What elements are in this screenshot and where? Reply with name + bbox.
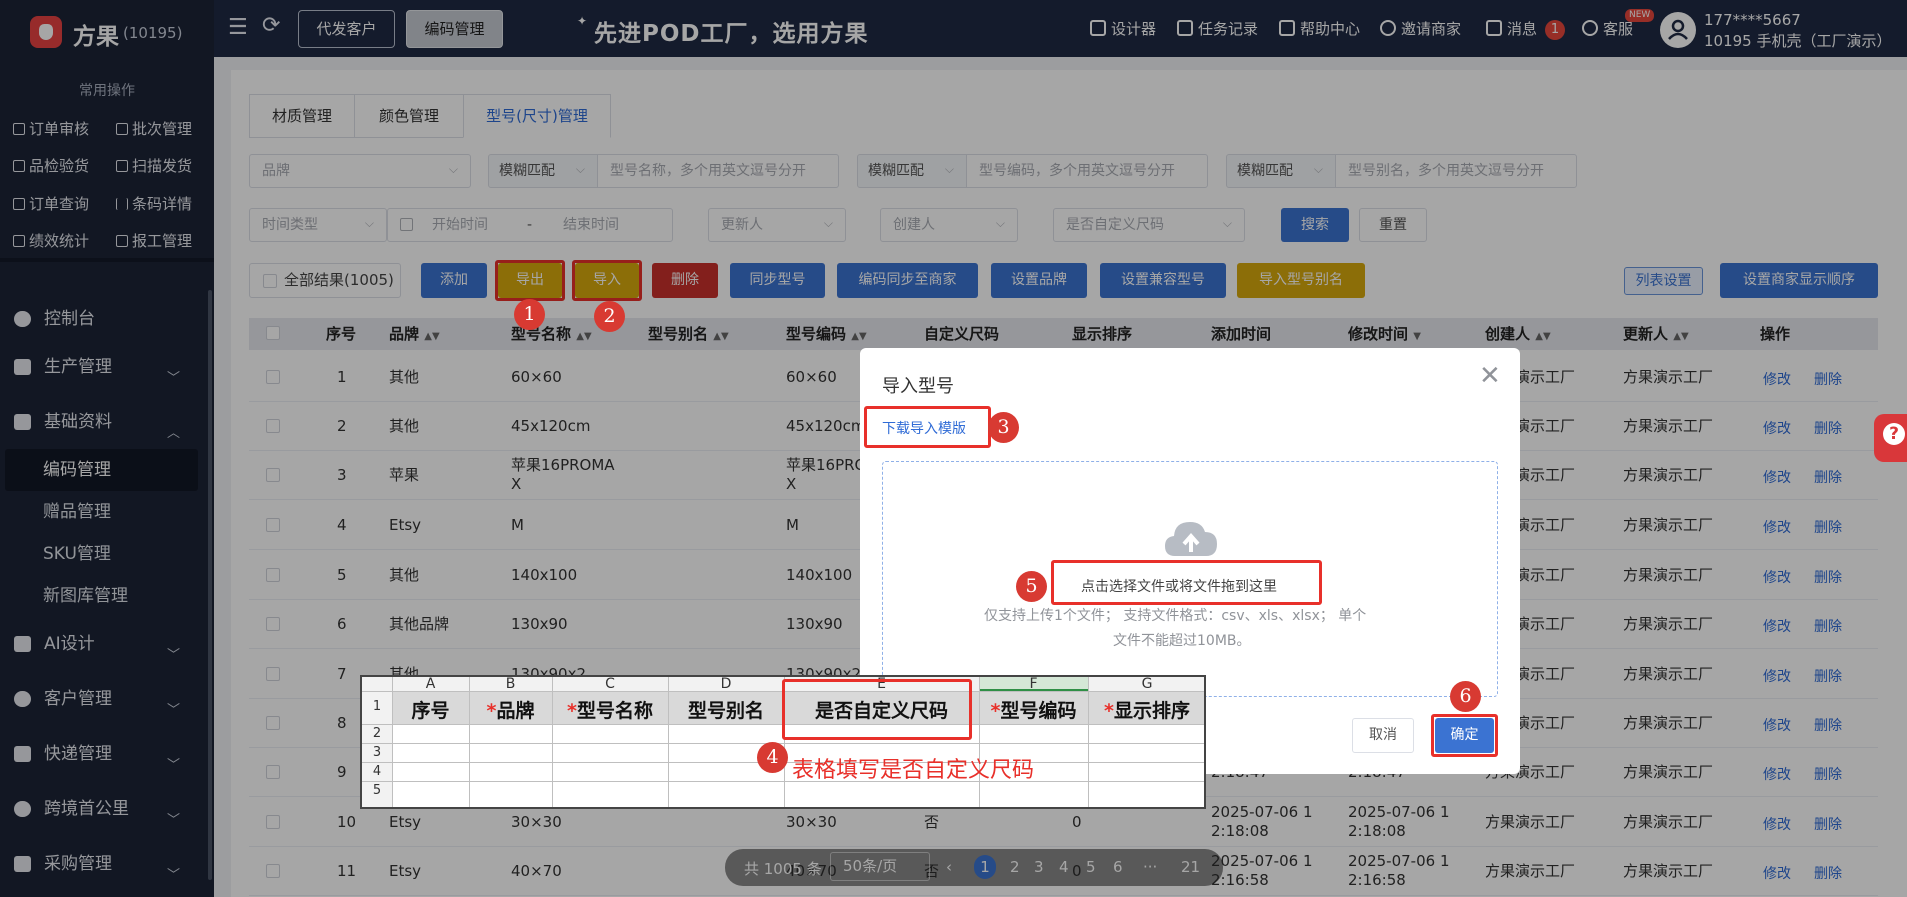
step-marker-1: 1 xyxy=(514,299,545,330)
cancel-button[interactable]: 取消 xyxy=(1352,718,1414,753)
excel-row-number: 2 xyxy=(372,726,382,741)
excel-col-letter: F xyxy=(1029,676,1038,692)
upload-tip-line2: 文件不能超过10MB。 xyxy=(1113,633,1251,649)
upload-tip-line1: 仅支持上传1个文件； 支持文件格式：csv、xls、xlsx； 单个 xyxy=(984,608,1367,624)
excel-header-text: 序号 xyxy=(411,700,450,722)
excel-header-text: 型号编码 xyxy=(1000,700,1077,722)
excel-header-text: 型号别名 xyxy=(687,700,764,722)
excel-header-cell: *显示排序 xyxy=(1088,696,1206,723)
excel-note: 表格填写是否自定义尺码 xyxy=(792,758,1035,783)
step-marker-4: 4 xyxy=(757,742,788,773)
question-icon: ? xyxy=(1883,423,1905,445)
excel-header-cell: 型号别名 xyxy=(668,696,784,723)
dropzone-text: 点击选择文件或将文件拖到这里 xyxy=(1081,579,1277,595)
excel-row-number: 4 xyxy=(372,764,382,779)
excel-header-cell: *型号名称 xyxy=(552,696,668,723)
required-star: * xyxy=(486,700,497,722)
excel-col-letter: G xyxy=(1141,676,1153,692)
step-marker-5: 5 xyxy=(1016,571,1047,602)
excel-col-letter: B xyxy=(505,676,516,692)
excel-col-letter: C xyxy=(605,676,615,692)
excel-col-letter: A xyxy=(425,676,436,692)
excel-header-text: 型号名称 xyxy=(576,700,653,722)
download-template-link[interactable]: 下载导入模版 xyxy=(882,418,966,438)
cloud-upload-icon xyxy=(1163,516,1219,558)
highlight-custom-size-column xyxy=(782,679,972,740)
excel-header-text: 品牌 xyxy=(496,700,535,722)
step-marker-6: 6 xyxy=(1450,681,1481,712)
excel-header-text: 显示排序 xyxy=(1113,700,1190,722)
close-icon[interactable]: ✕ xyxy=(1479,363,1501,389)
excel-header-cell: *型号编码 xyxy=(979,696,1088,723)
required-star: * xyxy=(990,700,1001,722)
excel-grid-hline xyxy=(362,781,1204,782)
excel-header-cell: 序号 xyxy=(392,696,469,723)
required-star: * xyxy=(1104,700,1114,722)
excel-row-number: 5 xyxy=(372,783,382,798)
excel-header-cell: *品牌 xyxy=(469,696,552,723)
dialog-title: 导入型号 xyxy=(882,376,954,397)
excel-col-letter: D xyxy=(720,676,732,692)
highlight-confirm xyxy=(1431,714,1498,757)
help-float-button[interactable]: ? xyxy=(1874,414,1907,462)
step-marker-3: 3 xyxy=(988,412,1019,443)
required-star: * xyxy=(567,700,577,722)
excel-row-number: 1 xyxy=(372,699,382,714)
step-marker-2: 2 xyxy=(594,301,625,332)
excel-row-number: 3 xyxy=(372,745,382,760)
excel-grid-hline xyxy=(362,743,1204,744)
